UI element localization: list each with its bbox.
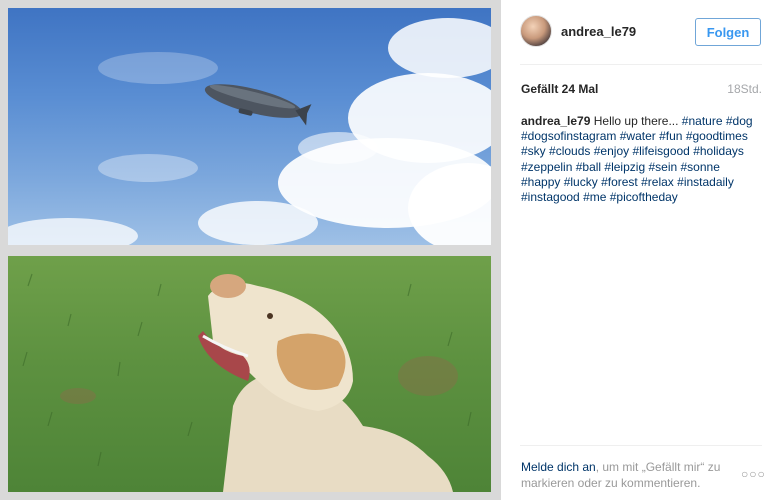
hashtag-link[interactable]: #sein (648, 160, 677, 174)
zeppelin (204, 84, 312, 126)
likes-count[interactable]: Gefällt 24 Mal (521, 82, 598, 96)
hashtag-link[interactable]: #dog (726, 114, 753, 128)
hashtag-link[interactable]: #fun (659, 129, 682, 143)
post-sidebar: andrea_le79 Folgen Gefällt 24 Mal 18Std.… (501, 0, 780, 500)
post-header: andrea_le79 Folgen (520, 15, 763, 49)
hashtag-link[interactable]: #happy (521, 175, 560, 189)
post-timestamp[interactable]: 18Std. (727, 82, 762, 96)
login-link[interactable]: Melde dich an (521, 460, 596, 474)
caption-username[interactable]: andrea_le79 (521, 114, 590, 128)
photo-dog[interactable] (8, 256, 491, 492)
hashtag-link[interactable]: #zeppelin (521, 160, 572, 174)
username-link[interactable]: andrea_le79 (561, 24, 636, 39)
post-caption: andrea_le79 Hello up there... #nature #d… (521, 114, 761, 205)
caption-text: Hello up there... (593, 114, 679, 128)
hashtag-link[interactable]: #leipzig (604, 160, 645, 174)
hashtag-link[interactable]: #forest (601, 175, 638, 189)
sky-zeppelin-illustration (8, 18, 491, 245)
hashtag-link[interactable]: #sky (521, 144, 546, 158)
hashtag-link[interactable]: #me (583, 190, 606, 204)
hashtag-link[interactable]: #goodtimes (686, 129, 748, 143)
hashtag-link[interactable]: #clouds (549, 144, 590, 158)
hashtag-link[interactable]: #holidays (693, 144, 744, 158)
profile-avatar[interactable] (520, 15, 552, 47)
hashtag-link[interactable]: #lifeisgood (632, 144, 689, 158)
footer-divider (520, 445, 762, 446)
hashtag-link[interactable]: #dogsofinstagram (521, 129, 616, 143)
hashtag-link[interactable]: #enjoy (594, 144, 629, 158)
hashtag-link[interactable]: #ball (576, 160, 601, 174)
post-media (0, 0, 501, 500)
follow-button[interactable]: Folgen (695, 18, 761, 46)
more-options-icon[interactable]: ○○○ (741, 467, 766, 481)
hashtag-link[interactable]: #nature (682, 114, 723, 128)
hashtag-link[interactable]: #instagood (521, 190, 580, 204)
dog-in-grass-illustration (22, 273, 472, 492)
hashtag-link[interactable]: #relax (641, 175, 674, 189)
hashtag-link[interactable]: #sonne (681, 160, 720, 174)
hashtag-link[interactable]: #water (620, 129, 656, 143)
photo-sky-zeppelin[interactable] (8, 8, 491, 245)
header-divider (520, 64, 762, 65)
hashtag-link[interactable]: #lucky (564, 175, 598, 189)
hashtag-link[interactable]: #instadaily (677, 175, 734, 189)
login-prompt: Melde dich an, um mit „Gefällt mir“ zu m… (521, 459, 737, 491)
hashtag-link[interactable]: #picoftheday (610, 190, 678, 204)
